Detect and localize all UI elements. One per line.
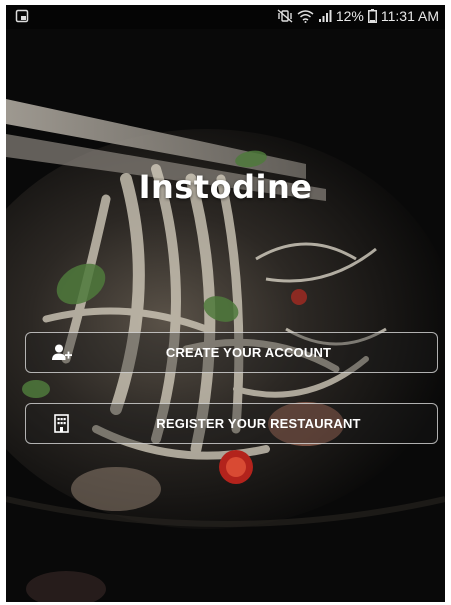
building-icon (51, 414, 73, 434)
noodle-bowl-photo (6, 29, 445, 602)
battery-percent: 12% (335, 8, 364, 24)
create-account-button[interactable]: CREATE YOUR ACCOUNT (25, 332, 438, 373)
screenshot-notification-icon (15, 9, 29, 23)
create-account-label: CREATE YOUR ACCOUNT (165, 345, 332, 360)
status-time: 11:31 AM (380, 8, 439, 24)
wifi-icon (297, 9, 314, 23)
status-bar: 12% 11:31 AM (6, 5, 445, 29)
vibrate-mute-icon (277, 9, 293, 23)
status-icons: 12% 11:31 AM (277, 8, 439, 24)
signal-icon (318, 9, 332, 23)
register-restaurant-label: REGISTER YOUR RESTAURANT (156, 416, 361, 431)
add-user-icon (51, 343, 73, 363)
battery-icon (367, 9, 377, 23)
register-restaurant-button[interactable]: REGISTER YOUR RESTAURANT (25, 403, 438, 444)
app-screen: 12% 11:31 AM Instodine CREATE YOUR ACCOU… (6, 5, 445, 602)
app-title: Instodine (138, 168, 313, 206)
